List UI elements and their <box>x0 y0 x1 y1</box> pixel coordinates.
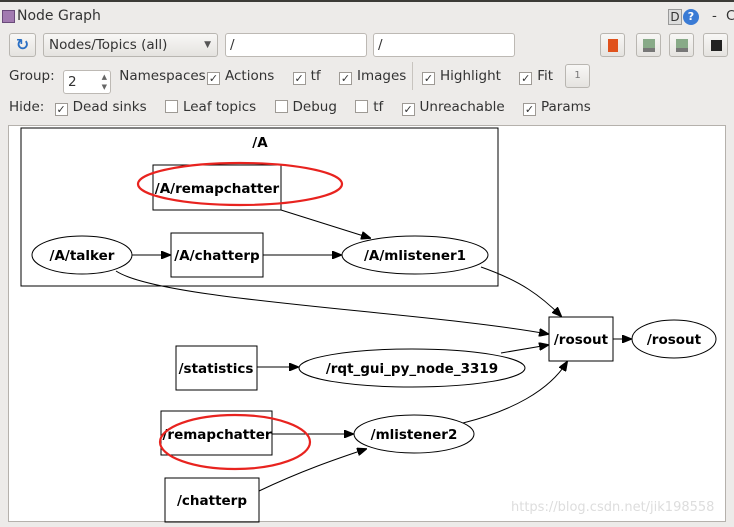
spin-arrows-icon[interactable]: ▲ ▼ <box>102 72 107 92</box>
svg-text:/chatterp: /chatterp <box>177 493 247 509</box>
topic-filter-input[interactable]: / <box>373 33 515 57</box>
tf-label: tf <box>310 68 321 84</box>
svg-text:/A/talker: /A/talker <box>50 248 115 264</box>
node-rosout[interactable]: /rosout <box>631 319 717 359</box>
params-checkbox[interactable]: ✓ <box>523 103 536 116</box>
edge <box>115 270 548 334</box>
d-button[interactable]: D <box>668 9 682 25</box>
actions-label: Actions <box>225 68 275 84</box>
hide-tf-label: tf <box>373 99 384 115</box>
svg-text:/rqt_gui_py_node_3319: /rqt_gui_py_node_3319 <box>326 361 498 377</box>
hide-label: Hide: <box>9 99 45 115</box>
save-image-icon[interactable] <box>669 33 694 57</box>
fit-label: Fit <box>537 68 554 84</box>
hide-tf-checkbox[interactable] <box>355 100 369 113</box>
unreachable-label: Unreachable <box>419 99 505 115</box>
node-rosout-topic[interactable]: /rosout <box>548 316 614 362</box>
group-label: Group: <box>9 68 55 84</box>
fit-checkbox[interactable]: ✓ <box>519 72 533 85</box>
svg-text:/rosout: /rosout <box>554 332 609 348</box>
group-value: 2 <box>67 74 77 90</box>
mode-select[interactable]: Nodes/Topics (all) ▼ <box>43 33 218 57</box>
debug-checkbox[interactable] <box>274 100 288 113</box>
app-icon <box>2 10 15 23</box>
dead-sinks-label: Dead sinks <box>72 99 147 115</box>
save-dot-icon[interactable] <box>636 33 661 57</box>
node-a-talker[interactable]: /A/talker <box>31 235 133 275</box>
node-chatterp[interactable]: /chatterp <box>164 477 260 523</box>
svg-text:/rosout: /rosout <box>647 332 702 348</box>
node-a-chatterp[interactable]: /A/chatterp <box>170 232 264 278</box>
node-a-remapchatter[interactable]: /A/remapchatter <box>152 164 282 211</box>
highlight-label: Highlight <box>440 68 501 84</box>
dead-sinks-checkbox[interactable]: ✓ <box>54 103 68 116</box>
open-file-icon[interactable] <box>600 33 625 57</box>
svg-text:/A/mlistener1: /A/mlistener1 <box>364 248 466 264</box>
group-spinbox[interactable]: 2 ▲ ▼ <box>62 70 111 94</box>
watermark: https://blog.csdn.net/jik198558 <box>511 500 715 515</box>
leaf-topics-label: Leaf topics <box>182 99 257 115</box>
tf-checkbox[interactable]: ✓ <box>292 72 306 85</box>
edge <box>258 449 366 492</box>
node-remapchatter[interactable]: /remapchatter <box>160 410 273 456</box>
edge <box>280 209 370 238</box>
highlight-checkbox[interactable]: ✓ <box>422 72 435 85</box>
chevron-down-icon: ▼ <box>204 40 211 50</box>
svg-text:/statistics: /statistics <box>179 361 254 377</box>
images-label: Images <box>356 68 407 84</box>
refresh-icon[interactable]: ↻ <box>9 33 36 57</box>
svg-text:/A/chatterp: /A/chatterp <box>174 248 260 264</box>
node-statistics[interactable]: /statistics <box>175 345 258 391</box>
images-checkbox[interactable]: ✓ <box>338 72 352 85</box>
mode-select-value: Nodes/Topics (all) <box>49 37 168 53</box>
screenshot-icon[interactable] <box>703 33 728 57</box>
svg-text:/mlistener2: /mlistener2 <box>371 427 458 443</box>
svg-text:/remapchatter: /remapchatter <box>162 427 271 443</box>
minimize-button[interactable]: - <box>712 8 717 24</box>
edge <box>480 266 561 316</box>
close-button[interactable]: C <box>726 8 734 24</box>
help-icon[interactable]: ? <box>683 9 699 25</box>
edge <box>500 345 548 354</box>
options-row: Group: 2 ▲ ▼ Namespaces <box>9 67 214 94</box>
separator <box>412 62 413 90</box>
fit-in-view-button[interactable]: 1 <box>565 64 590 88</box>
actions-checkbox[interactable]: ✓ <box>207 72 220 85</box>
hide-row: Hide: ✓ Dead sinks Leaf topics Debug tf ✓… <box>9 98 591 116</box>
leaf-topics-checkbox[interactable] <box>164 100 178 113</box>
namespaces-label: Namespaces <box>119 68 206 84</box>
window-title: Node Graph <box>17 8 101 24</box>
node-filter-input[interactable]: / <box>225 33 367 57</box>
unreachable-checkbox[interactable]: ✓ <box>401 103 415 116</box>
svg-text:/A/remapchatter: /A/remapchatter <box>155 181 280 197</box>
debug-label: Debug <box>292 99 337 115</box>
node-mlistener2[interactable]: /mlistener2 <box>353 414 475 454</box>
title-bar: Node Graph D ? - C <box>0 0 734 30</box>
node-rqt-gui[interactable]: /rqt_gui_py_node_3319 <box>298 348 526 388</box>
params-label: Params <box>541 99 591 115</box>
cluster-label: /A <box>252 135 268 151</box>
graph-canvas[interactable]: /A /A/remapchatter /A/talker /A/chatterp… <box>8 125 726 523</box>
node-a-mlistener1[interactable]: /A/mlistener1 <box>341 235 489 275</box>
